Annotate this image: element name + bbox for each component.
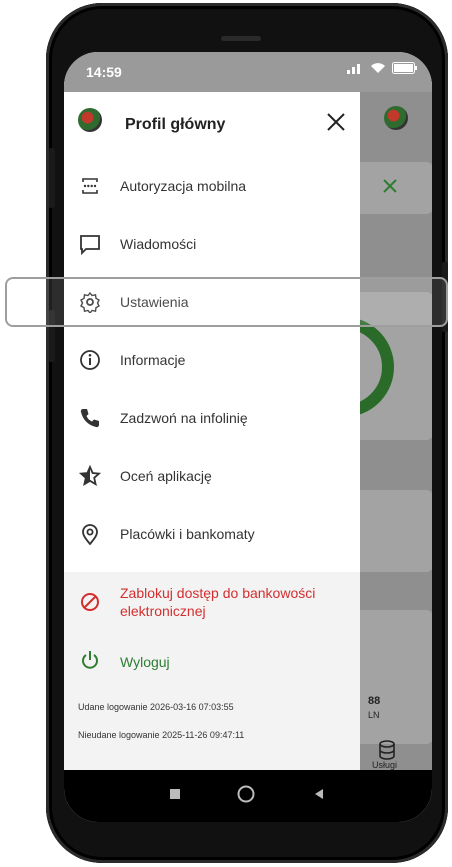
last-login-failed: Nieudane logowanie 2025-11-26 09:47:11	[78, 730, 245, 740]
menu-item-mobile-authorization[interactable]: Autoryzacja mobilna	[64, 158, 360, 214]
drawer-header: Profil główny	[64, 92, 360, 156]
status-icons	[346, 62, 418, 74]
menu-item-label: Zadzwoń na infolinię	[120, 410, 248, 426]
location-pin-icon	[78, 522, 102, 546]
back-button[interactable]	[312, 787, 326, 801]
background-amount: 88	[368, 695, 381, 707]
power-icon	[82, 651, 98, 669]
earpiece	[221, 36, 261, 41]
menu-item-branches-atms[interactable]: Placówki i bankomaty	[64, 506, 360, 562]
status-time: 14:59	[86, 64, 122, 80]
close-button[interactable]	[322, 108, 350, 136]
phone-screen: 14:59 88 LN Usługi Profil główny Autoryz…	[64, 52, 432, 822]
menu-item-information[interactable]: Informacje	[64, 332, 360, 388]
navigation-drawer: Profil główny Autoryzacja mobilna Wiadom…	[64, 92, 360, 770]
nav-label-services[interactable]: Usługi	[372, 760, 397, 770]
background-currency: LN	[368, 710, 380, 720]
settings-highlight-frame	[5, 277, 448, 327]
recent-apps-button[interactable]	[168, 787, 182, 801]
menu-item-label: Placówki i bankomaty	[120, 526, 255, 542]
logout-button[interactable]: Wyloguj	[64, 638, 360, 682]
profile-avatar[interactable]	[78, 108, 102, 132]
close-icon	[327, 113, 345, 131]
menu-item-label: Oceń aplikację	[120, 468, 212, 484]
last-login-success: Udane logowanie 2026-03-16 07:03:55	[78, 702, 234, 712]
phone-icon	[78, 406, 102, 430]
menu-item-messages[interactable]: Wiadomości	[64, 216, 360, 272]
menu-item-label: Wiadomości	[120, 236, 197, 252]
background-close-icon	[383, 179, 397, 193]
battery-icon	[392, 62, 417, 74]
status-bar: 14:59	[64, 52, 432, 92]
side-button-left-top	[49, 148, 55, 208]
menu-item-label: Autoryzacja mobilna	[120, 178, 247, 194]
menu-item-call-hotline[interactable]: Zadzwoń na infolinię	[64, 390, 360, 446]
menu-item-rate-app[interactable]: Oceń aplikację	[64, 448, 360, 504]
background-avatar	[384, 106, 408, 130]
star-icon	[78, 464, 102, 488]
message-icon	[78, 232, 102, 256]
menu-item-label: Informacje	[120, 352, 186, 368]
signal-icon	[347, 64, 360, 74]
info-icon	[78, 348, 102, 372]
mobile-authorization-icon	[78, 174, 102, 198]
drawer-bottom-panel: Zablokuj dostęp do bankowości elektronic…	[64, 572, 360, 770]
system-nav-bar	[64, 770, 432, 822]
block-icon	[81, 593, 99, 611]
logout-label: Wyloguj	[120, 654, 170, 670]
home-button[interactable]	[236, 784, 256, 804]
database-icon[interactable]	[377, 740, 397, 760]
block-access-button[interactable]: Zablokuj dostęp do bankowości elektronic…	[64, 572, 360, 628]
profile-title: Profil główny	[125, 116, 226, 133]
wifi-icon	[371, 63, 385, 73]
block-access-label: Zablokuj dostęp do bankowości elektronic…	[120, 585, 316, 619]
